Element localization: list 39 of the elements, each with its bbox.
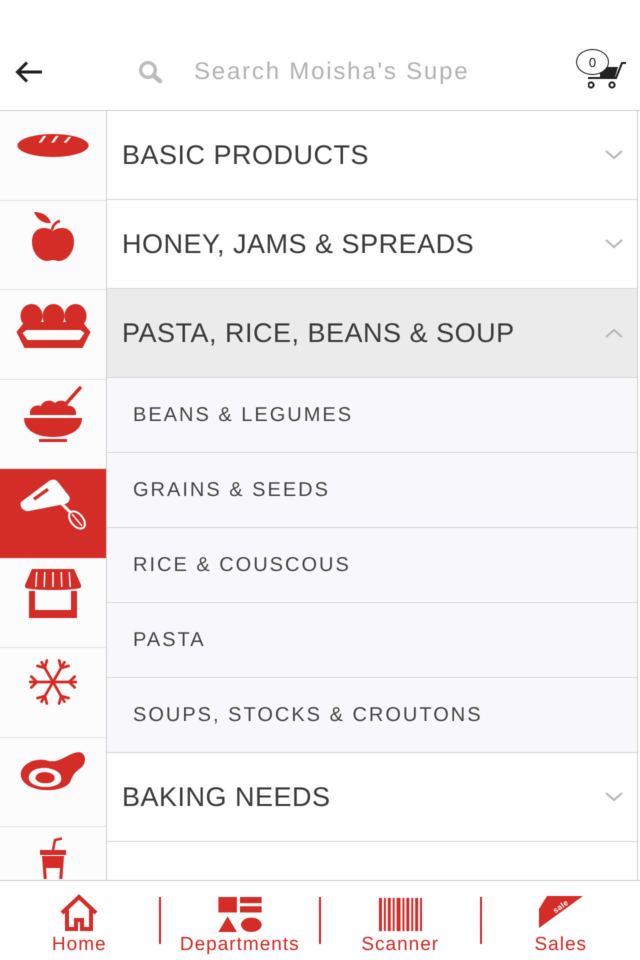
chevron-down-icon — [605, 792, 623, 802]
cart-count-badge: 0 — [576, 49, 609, 75]
sale-tag-text: sale — [551, 898, 570, 916]
nav-tab[interactable]: Departments — [160, 881, 319, 960]
sidebar-item[interactable] — [0, 200, 106, 290]
bowl-icon — [21, 384, 85, 442]
chevron-up-icon — [605, 328, 623, 338]
back-arrow-icon — [14, 60, 44, 84]
sidebar-item[interactable] — [0, 469, 106, 558]
back-button[interactable] — [14, 60, 44, 84]
sidebar-item[interactable] — [0, 380, 106, 469]
category-row[interactable]: PASTA, RICE, BEANS & SOUP — [107, 289, 637, 378]
subcategory-item[interactable]: SOUPS, STOCKS & CROUTONS — [107, 678, 637, 753]
chevron-down-icon — [605, 150, 623, 160]
snowflake-icon — [27, 657, 79, 707]
cart-button[interactable]: 0 — [576, 49, 626, 89]
sidebar-item[interactable] — [0, 111, 106, 200]
nav-tab[interactable]: Scanner — [321, 881, 480, 960]
egg-carton-icon — [14, 303, 92, 349]
sidebar-item[interactable] — [0, 738, 106, 827]
home-icon — [59, 894, 100, 932]
subcategory-item[interactable]: PASTA — [107, 603, 637, 678]
search-icon — [138, 60, 163, 84]
barcode-icon — [378, 897, 422, 932]
bread-icon — [16, 133, 90, 158]
sale-tag-icon — [538, 896, 583, 928]
subcategory-item[interactable]: BEANS & LEGUMES — [107, 378, 637, 453]
hand-mixer-icon — [19, 478, 87, 530]
nav-tab[interactable]: Home — [0, 881, 158, 960]
sidebar-item[interactable] — [0, 648, 106, 738]
search-field[interactable]: Search Moisha's Supe — [194, 55, 524, 89]
nav-tab[interactable]: sale Sales — [482, 881, 640, 960]
apple-icon — [30, 210, 76, 262]
sidebar-item[interactable] — [0, 290, 106, 380]
subcategory-item[interactable]: GRAINS & SEEDS — [107, 453, 637, 528]
sidebar-item[interactable] — [0, 558, 106, 648]
chevron-down-icon — [605, 239, 623, 249]
subcategory-item[interactable]: RICE & COUSCOUS — [107, 528, 637, 603]
shapes-icon — [218, 897, 262, 932]
